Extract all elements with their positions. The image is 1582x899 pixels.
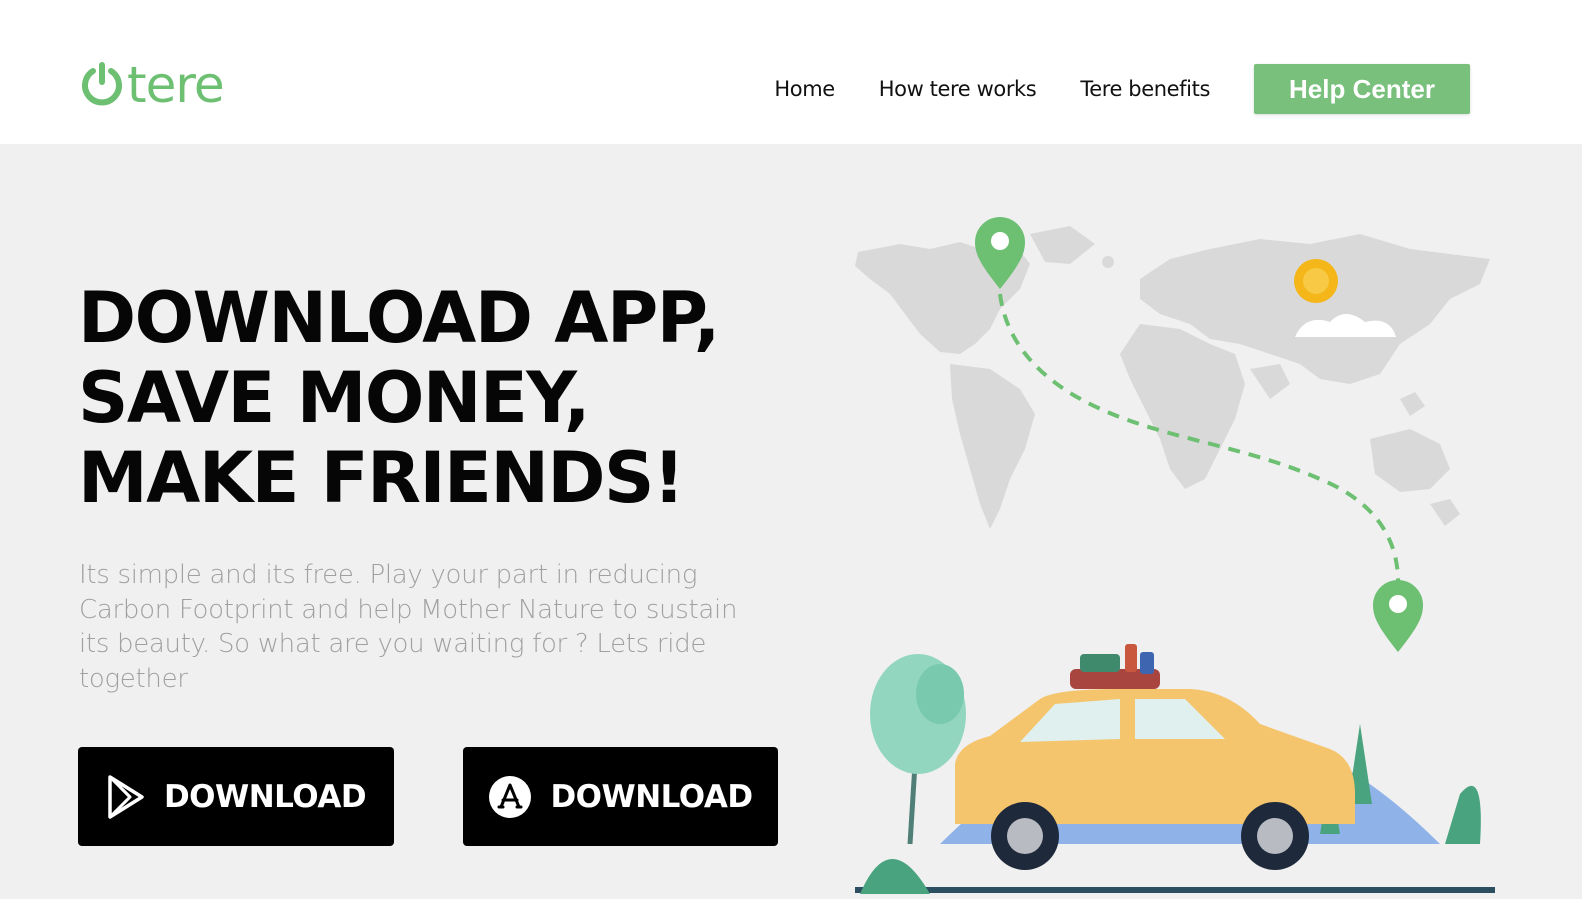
hero-headline: DOWNLOAD APP, SAVE MONEY, MAKE FRIENDS! — [78, 277, 720, 519]
hero-section: DOWNLOAD APP, SAVE MONEY, MAKE FRIENDS! … — [0, 144, 1582, 899]
logo-text: tere — [127, 56, 225, 114]
nav-tere-benefits[interactable]: Tere benefits — [1080, 77, 1210, 101]
help-center-button[interactable]: Help Center — [1254, 64, 1470, 114]
headline-line-1: DOWNLOAD APP, — [78, 277, 720, 359]
headline-line-2: SAVE MONEY, — [78, 357, 590, 439]
tere-logo[interactable]: tere — [79, 56, 225, 114]
app-store-icon — [489, 775, 532, 818]
bush-shape — [860, 859, 930, 894]
hero-description: Its simple and its free. Play your part … — [79, 560, 738, 694]
main-nav: Home How tere works Tere benefits Help C… — [774, 64, 1470, 114]
ground-line — [855, 887, 1495, 893]
site-header: tere Home How tere works Tere benefits H… — [0, 0, 1582, 144]
nav-how-tere-works[interactable]: How tere works — [879, 77, 1037, 101]
headline-line-3: MAKE FRIENDS! — [78, 437, 685, 519]
world-map-road-trip-illustration — [855, 217, 1495, 894]
app-store-download-button[interactable]: DOWNLOAD — [463, 747, 778, 846]
google-play-download-button[interactable]: DOWNLOAD — [78, 747, 394, 846]
end-location-pin-icon — [1373, 580, 1423, 652]
google-play-icon — [108, 774, 144, 819]
power-icon — [82, 62, 122, 106]
world-map — [855, 226, 1490, 529]
sun-icon — [1294, 259, 1338, 303]
nav-home[interactable]: Home — [774, 77, 835, 101]
google-play-download-label: DOWNLOAD — [163, 778, 367, 815]
app-store-download-label: DOWNLOAD — [550, 778, 753, 815]
